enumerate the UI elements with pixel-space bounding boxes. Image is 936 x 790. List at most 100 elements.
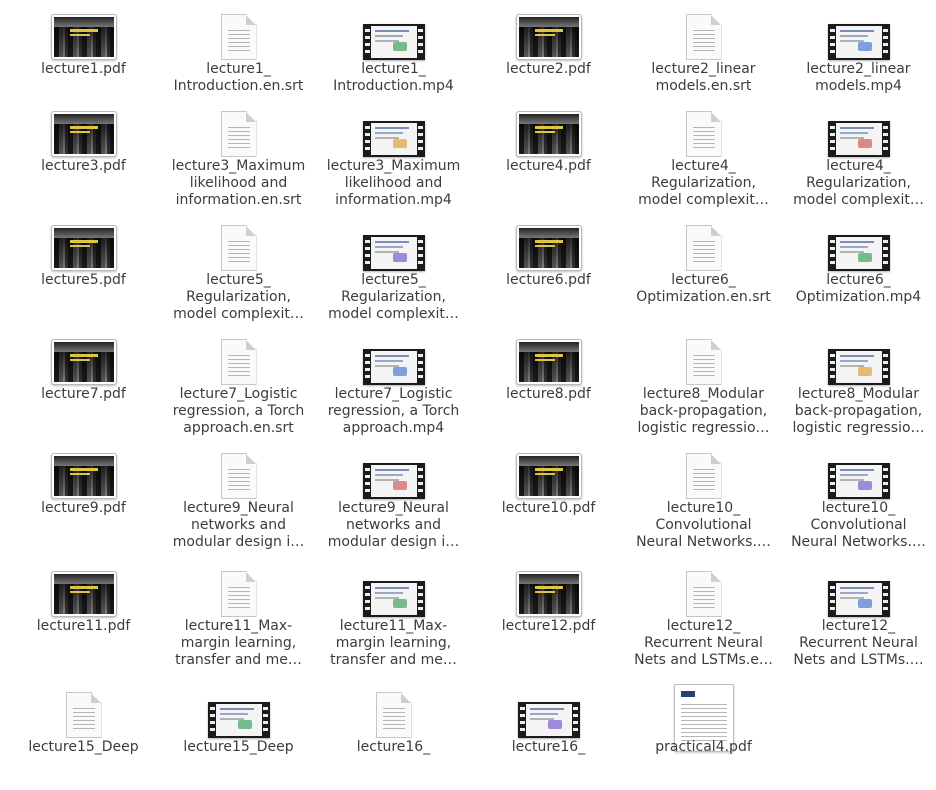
file-name: lecture7.pdf	[6, 386, 161, 403]
file-item[interactable]: lecture11.pdf	[6, 557, 161, 669]
file-item[interactable]: lecture5.pdf	[6, 211, 161, 323]
video-file-icon	[781, 565, 936, 617]
file-name-line: Introduction.en.srt	[173, 78, 304, 94]
file-name: lecture15_Deep	[161, 739, 316, 756]
file-name-line: approach.mp4	[342, 420, 445, 436]
file-item[interactable]: lecture6_ Optimization.en.srt	[626, 211, 781, 323]
file-name: lecture11_Max-margin learning, transfer a…	[316, 618, 471, 669]
file-item[interactable]: lecture15_Deep	[6, 678, 161, 790]
file-name: lecture3.pdf	[6, 158, 161, 175]
file-name-line: Regularization,	[186, 289, 291, 305]
file-item[interactable]: lecture16_	[471, 678, 626, 790]
file-name-line: lecture11_Max-	[339, 618, 448, 634]
file-name: lecture16_	[316, 739, 471, 756]
text-file-icon	[626, 8, 781, 60]
file-item[interactable]: lecture11_Max-margin learning, transfer a…	[316, 557, 471, 669]
file-name: lecture10_ Convolutional Neural Networks.…	[781, 500, 936, 551]
file-item[interactable]: lecture5_ Regularization, model complexit…	[161, 211, 316, 323]
file-item[interactable]: lecture2_linear models.mp4	[781, 0, 936, 112]
file-name-line: lecture9_Neural	[338, 500, 449, 516]
file-name-line: modular design i…	[172, 534, 305, 550]
file-item[interactable]: lecture16_	[316, 678, 471, 790]
file-item[interactable]: lecture4.pdf	[471, 97, 626, 209]
file-name: lecture5_ Regularization, model complexit…	[161, 272, 316, 323]
file-name-line: networks and	[346, 517, 441, 533]
file-name-line: lecture8.pdf	[506, 386, 591, 402]
pdf-thumbnail-icon	[471, 565, 626, 617]
pdf-thumbnail-icon	[6, 447, 161, 499]
file-item[interactable]: lecture9_Neural networks and modular desig…	[161, 439, 316, 551]
file-name-line: lecture1.pdf	[41, 61, 126, 77]
file-item[interactable]: lecture9_Neural networks and modular desig…	[316, 439, 471, 551]
file-item[interactable]: lecture10.pdf	[471, 439, 626, 551]
file-name: lecture3_Maximum likelihood and informatio…	[161, 158, 316, 209]
file-item[interactable]: lecture12_ Recurrent Neural Nets and LSTMs…	[781, 557, 936, 669]
file-item[interactable]: lecture8_Modular back-propagation, logisti…	[626, 325, 781, 437]
file-item[interactable]: lecture7_Logistic regression, a Torch appr…	[316, 325, 471, 437]
file-name: lecture15_Deep	[6, 739, 161, 756]
file-item[interactable]: lecture15_Deep	[161, 678, 316, 790]
file-name-line: practical4.pdf	[655, 739, 752, 755]
text-file-icon	[161, 447, 316, 499]
file-name-line: lecture2_linear	[806, 61, 911, 77]
pdf-thumbnail-icon	[471, 219, 626, 271]
file-item[interactable]: practical4.pdf	[626, 678, 781, 790]
file-name-line: margin learning,	[335, 635, 452, 651]
file-item[interactable]: lecture3_Maximum likelihood and informatio…	[316, 97, 471, 209]
video-file-icon	[781, 447, 936, 499]
file-name-line: lecture5.pdf	[41, 272, 126, 288]
file-item[interactable]: lecture1_ Introduction.mp4	[316, 0, 471, 112]
file-item[interactable]: lecture3.pdf	[6, 97, 161, 209]
file-name: lecture9_Neural networks and modular desig…	[316, 500, 471, 551]
file-item[interactable]: lecture8.pdf	[471, 325, 626, 437]
text-file-icon	[626, 565, 781, 617]
file-item[interactable]: lecture1.pdf	[6, 0, 161, 112]
file-item[interactable]: lecture2_linear models.en.srt	[626, 0, 781, 112]
file-item[interactable]: lecture9.pdf	[6, 439, 161, 551]
file-name-line: regression, a Torch	[327, 403, 460, 419]
file-name-line: model complexit…	[328, 306, 459, 322]
file-item[interactable]: lecture3_Maximum likelihood and informatio…	[161, 97, 316, 209]
file-name-line: lecture10_	[666, 500, 741, 516]
file-name-line: lecture7_Logistic	[334, 386, 453, 402]
file-name: lecture11_Max-margin learning, transfer a…	[161, 618, 316, 669]
file-item[interactable]: lecture5_ Regularization, model complexit…	[316, 211, 471, 323]
file-name-line: lecture8_Modular	[642, 386, 765, 402]
file-item[interactable]: lecture12.pdf	[471, 557, 626, 669]
file-item[interactable]: lecture4_ Regularization, model complexit…	[781, 97, 936, 209]
file-name-line: lecture9_Neural	[183, 500, 294, 516]
file-name-line: lecture16_	[356, 739, 431, 755]
file-name: lecture3_Maximum likelihood and informatio…	[316, 158, 471, 209]
file-name: lecture4_ Regularization, model complexit…	[781, 158, 936, 209]
file-item[interactable]: lecture6.pdf	[471, 211, 626, 323]
file-item[interactable]: lecture12_ Recurrent Neural Nets and LSTMs…	[626, 557, 781, 669]
file-name: lecture6_ Optimization.mp4	[781, 272, 936, 306]
video-file-icon	[781, 8, 936, 60]
file-name-line: lecture15_Deep	[28, 739, 139, 755]
file-name-line: Recurrent Neural	[799, 635, 918, 651]
file-item[interactable]: lecture4_ Regularization, model complexit…	[626, 97, 781, 209]
file-name: lecture9_Neural networks and modular desig…	[161, 500, 316, 551]
file-name: lecture2_linear models.mp4	[781, 61, 936, 95]
file-name-line: approach.en.srt	[183, 420, 294, 436]
file-name-line: model complexit…	[793, 192, 924, 208]
file-item[interactable]: lecture1_ Introduction.en.srt	[161, 0, 316, 112]
pdf-thumbnail-icon	[6, 565, 161, 617]
video-file-icon	[316, 447, 471, 499]
file-icon-grid: lecture1.pdf lecture1_ Introduction.en.srt…	[6, 0, 936, 770]
file-item[interactable]: lecture8_Modular back-propagation, logisti…	[781, 325, 936, 437]
video-file-icon	[161, 686, 316, 738]
pdf-thumbnail-icon	[6, 333, 161, 385]
file-item[interactable]: lecture10_ Convolutional Neural Networks.…	[626, 439, 781, 551]
file-item[interactable]: lecture7_Logistic regression, a Torch appr…	[161, 325, 316, 437]
file-name: lecture6.pdf	[471, 272, 626, 289]
file-name-line: Introduction.mp4	[333, 78, 454, 94]
document-thumbnail-icon	[626, 684, 781, 752]
file-name-line: lecture10_	[821, 500, 896, 516]
file-item[interactable]: lecture6_ Optimization.mp4	[781, 211, 936, 323]
file-name-line: lecture11_Max-	[184, 618, 293, 634]
file-item[interactable]: lecture2.pdf	[471, 0, 626, 112]
file-item[interactable]: lecture11_Max-margin learning, transfer a…	[161, 557, 316, 669]
file-item[interactable]: lecture10_ Convolutional Neural Networks.…	[781, 439, 936, 551]
file-item[interactable]: lecture7.pdf	[6, 325, 161, 437]
